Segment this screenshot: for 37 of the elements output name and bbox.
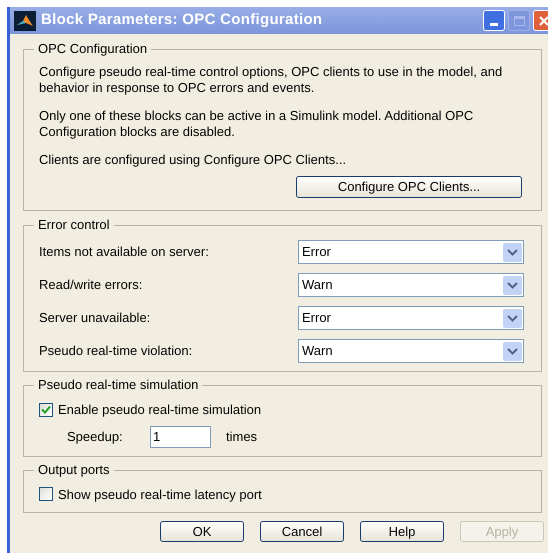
dialog-button[interactable]: Cancel: [260, 521, 344, 542]
close-icon: [538, 14, 548, 26]
description-text: Only one of these blocks can be active in a Simulink model. Additional OPC Configuration blocks are disabled.: [39, 108, 474, 140]
chevron-down-icon: [503, 308, 522, 328]
field-label: Pseudo real-time violation:: [39, 342, 194, 360]
unit-label: times: [226, 428, 258, 446]
dropdown-value: Error: [302, 309, 332, 328]
chevron-down-icon: [503, 276, 522, 294]
dropdown-value: Error: [302, 243, 332, 262]
dropdown[interactable]: Error: [298, 306, 524, 330]
dialog-button[interactable]: Help: [360, 521, 444, 542]
configure-clients-button[interactable]: Configure OPC Clients...: [296, 176, 522, 198]
description-text: Clients are configured using Configure OPC Clients...: [39, 152, 348, 168]
field-label: Server unavailable:: [39, 309, 152, 328]
dropdown[interactable]: Warn: [298, 273, 524, 297]
speedup-label: Speedup:: [67, 428, 124, 446]
checkbox[interactable]: [39, 402, 53, 417]
checkbox-label: Enable pseudo real-time simulation: [58, 401, 262, 419]
dropdown[interactable]: Warn: [298, 339, 524, 363]
speedup-field[interactable]: 1: [150, 426, 211, 448]
dialog-button[interactable]: OK: [160, 521, 244, 542]
dropdown-value: Warn: [302, 276, 334, 294]
field-label: Read/write errors:: [39, 276, 144, 294]
field-label: Items not available on server:: [39, 243, 210, 262]
chevron-down-icon: [503, 342, 522, 360]
checkbox-label: Show pseudo real-time latency port: [58, 486, 262, 504]
app-icon: [14, 10, 36, 30]
checkbox[interactable]: [39, 487, 53, 502]
check-icon: [41, 405, 51, 414]
window-title: Block Parameters: OPC Configuration: [41, 10, 322, 30]
group-title: Output ports: [34, 462, 114, 478]
dropdown-value: Warn: [302, 342, 334, 360]
description-text: Configure pseudo real-time control options, OPC clients to use in the model, and behavior in response to OPC errors and events.: [39, 64, 504, 96]
group-title: OPC Configuration: [34, 41, 152, 57]
minimize-button[interactable]: [483, 10, 505, 31]
chevron-down-icon: [503, 242, 522, 262]
dropdown[interactable]: Error: [298, 240, 524, 264]
